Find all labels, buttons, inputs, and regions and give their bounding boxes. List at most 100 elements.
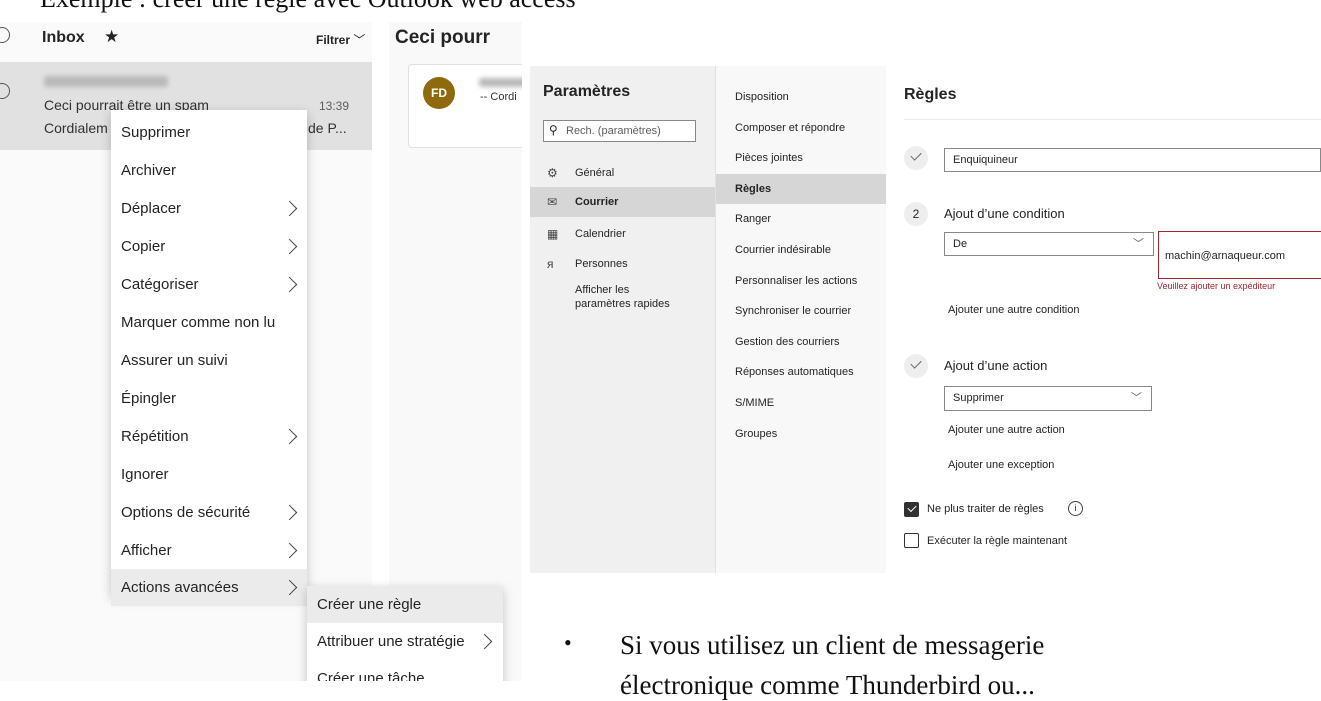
submenu-item-label: Créer une règle <box>317 596 422 613</box>
context-menu-item[interactable]: Ignorer <box>111 456 307 493</box>
settings-subnav-label: Pièces jointes <box>735 152 803 165</box>
settings-nav-item[interactable]: ✉ Courrier <box>530 187 715 217</box>
document-header-line: Exemple : créer une règle avec Outlook w… <box>40 0 576 14</box>
filter-button[interactable]: Filtrer ﹀ <box>316 31 365 48</box>
settings-subnav-item[interactable]: Réponses automatiques <box>716 357 887 387</box>
message-select-icon[interactable] <box>0 83 10 99</box>
context-menu-item[interactable]: Catégoriser <box>111 266 307 303</box>
mail-icon: ✉ <box>547 195 558 209</box>
condition-select[interactable]: De ﹀ <box>944 232 1154 256</box>
settings-subnav-item[interactable]: Pièces jointes <box>716 143 887 173</box>
settings-subnav-item[interactable]: Gestion des courriers <box>716 327 887 357</box>
stop-rules-checkbox[interactable] <box>904 502 919 517</box>
message-time: 13:39 <box>319 99 350 113</box>
settings-subnav-label: Groupes <box>735 427 778 440</box>
condition-title: Ajout d’une condition <box>944 206 1065 221</box>
settings-subnav-item[interactable]: Personnaliser les actions <box>716 266 887 296</box>
settings-nav-item[interactable]: ⚙ Général <box>530 158 715 188</box>
folder-title: Inbox <box>42 29 85 46</box>
submenu-item-label: Créer une tâche <box>317 670 425 681</box>
settings-subnav-label: Ranger <box>735 213 772 226</box>
action-select[interactable]: Supprimer ﹀ <box>944 386 1152 411</box>
chevron-right-icon <box>281 579 298 596</box>
context-menu-item[interactable]: Assurer un suivi <box>111 342 307 379</box>
context-menu-item-label: Répétition <box>121 428 189 445</box>
add-condition-link[interactable]: Ajouter une autre condition <box>948 304 1079 316</box>
select-all-icon[interactable] <box>0 27 10 43</box>
context-menu-item[interactable]: Épingler <box>111 380 307 417</box>
settings-nav-item[interactable]: ▦ Calendrier <box>530 219 715 249</box>
context-menu-item-label: Copier <box>121 238 166 255</box>
run-now-checkbox[interactable] <box>904 533 919 548</box>
run-now-label: Exécuter la règle maintenant <box>927 535 1068 547</box>
people-icon: ᴙ <box>547 257 554 271</box>
settings-subnav-item[interactable]: Disposition <box>716 82 887 112</box>
settings-subnav-item[interactable]: Ranger <box>716 204 887 234</box>
star-icon[interactable]: ★ <box>104 27 119 47</box>
settings-subnav-item[interactable]: Synchroniser le courrier <box>716 296 887 326</box>
context-menu-item-label: Options de sécurité <box>121 504 251 521</box>
settings-subnav-label: Réponses automatiques <box>735 366 854 379</box>
context-menu-item[interactable]: Supprimer <box>111 114 307 151</box>
chevron-right-icon <box>281 200 298 217</box>
reading-sender-blurred <box>479 78 522 87</box>
action-title: Ajout d’une action <box>944 358 1048 373</box>
info-icon[interactable]: i <box>1068 501 1083 516</box>
context-menu-item-label: Déplacer <box>121 200 182 217</box>
add-action-link[interactable]: Ajouter une autre action <box>948 424 1065 436</box>
settings-subnav-label: Personnaliser les actions <box>735 274 858 287</box>
settings-search-placeholder: Rech. (paramètres) <box>566 125 661 137</box>
settings-nav-text: paramètres rapides <box>530 297 715 311</box>
submenu-item[interactable]: Créer une tâche <box>307 660 503 681</box>
context-menu-item[interactable]: Options de sécurité <box>111 494 307 531</box>
rule-name-input[interactable]: Enquiquineur <box>944 148 1321 172</box>
submenu-item[interactable]: Attribuer une stratégie <box>307 623 503 660</box>
chevron-down-icon: ﹀ <box>1133 238 1144 250</box>
advanced-actions-submenu: Créer une règle Attribuer une stratégie Cr… <box>307 586 503 681</box>
context-menu-item[interactable]: Marquer comme non lu <box>111 304 307 341</box>
condition-error-text: Veuillez ajouter un expéditeur <box>1157 281 1276 291</box>
context-menu-item[interactable]: Copier <box>111 228 307 265</box>
context-menu: Supprimer Archiver Déplacer Copier Catégoris… <box>111 110 307 606</box>
settings-subnav-label: Disposition <box>735 91 789 103</box>
chevron-down-icon: ﹀ <box>1131 392 1142 404</box>
settings-nav-label: paramètres rapides <box>575 298 670 310</box>
submenu-item[interactable]: Créer une règle <box>307 586 503 623</box>
reading-title: Ceci pourr <box>395 27 491 48</box>
chevron-right-icon <box>281 276 298 293</box>
settings-title: Paramètres <box>543 83 631 100</box>
context-menu-item[interactable]: Actions avancées <box>111 569 307 606</box>
context-menu-item[interactable]: Répétition <box>111 418 307 455</box>
settings-nav-label: Général <box>575 167 615 179</box>
add-exception-link[interactable]: Ajouter une exception <box>948 459 1054 471</box>
step2-number: 2 <box>904 202 928 226</box>
context-menu-item[interactable]: Afficher <box>111 532 307 569</box>
settings-nav-text[interactable]: Afficher les <box>530 283 715 297</box>
settings-subnav-label: Composer et répondre <box>735 121 846 134</box>
condition-value-input[interactable]: machin@arnaqueur.com <box>1158 231 1321 279</box>
sender-name-blurred <box>44 76 168 87</box>
context-menu-item-label: Supprimer <box>121 124 191 141</box>
settings-panel: Paramètres ⚲ Rech. (paramètres) ⚙ Général… <box>530 66 1321 573</box>
avatar: FD <box>423 77 455 109</box>
filter-label: Filtrer <box>316 33 351 47</box>
settings-nav: Paramètres ⚲ Rech. (paramètres) ⚙ Général… <box>530 66 715 573</box>
settings-subnav-item[interactable]: Règles <box>716 173 887 204</box>
settings-subnav-item[interactable]: Composer et répondre <box>716 113 887 143</box>
settings-subnav-item[interactable]: S/MIME <box>716 388 887 418</box>
settings-nav-item[interactable]: ᴙ Personnes <box>530 249 715 279</box>
settings-subnav-item[interactable]: Courrier indésirable <box>716 235 887 265</box>
settings-search[interactable]: ⚲ Rech. (paramètres) <box>543 120 696 142</box>
submenu-item-label: Attribuer une stratégie <box>317 633 465 650</box>
rules-title-divider <box>904 119 1321 120</box>
reading-message-card[interactable]: FD -- Cordi <box>408 64 522 148</box>
settings-subnav-item[interactable]: Groupes <box>716 419 887 449</box>
message-preview: Cordialem <box>44 120 108 136</box>
rules-editor: Règles Enquiquineur 2 Ajout d’une condit… <box>886 66 1321 573</box>
bullet-symbol: • <box>564 630 572 655</box>
settings-subnav: Disposition Composer et répondre Pièces jo… <box>715 66 887 573</box>
context-menu-item[interactable]: Archiver <box>111 152 307 189</box>
context-menu-item[interactable]: Déplacer <box>111 190 307 227</box>
message-preview-tail: de P... <box>308 120 347 136</box>
calendar-icon: ▦ <box>547 227 559 241</box>
